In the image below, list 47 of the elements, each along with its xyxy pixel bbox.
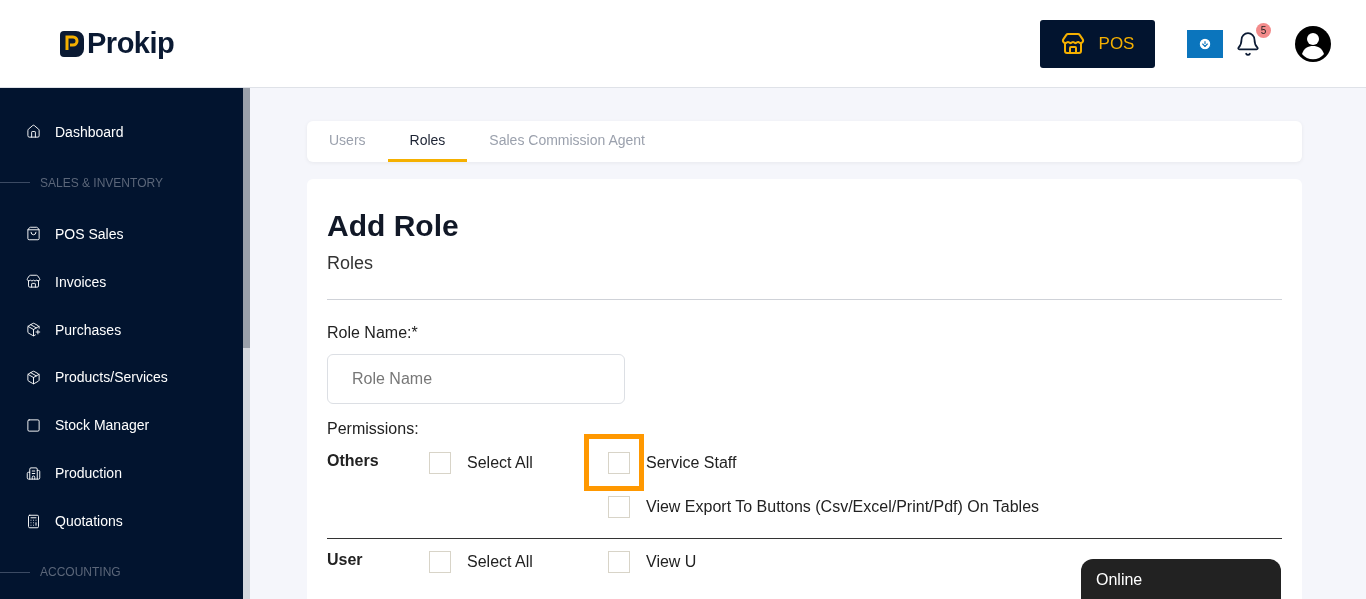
tab[interactable]: Roles [387, 121, 468, 162]
checkbox-label: Select All [467, 553, 533, 571]
home-icon [26, 124, 41, 140]
logo-text: Prokip [87, 27, 175, 60]
field-label: Role Name:* [327, 324, 419, 342]
sidebar-item[interactable]: POS Sales [0, 209, 243, 258]
logo-icon [60, 30, 84, 57]
sidebar-item[interactable]: Purchases [0, 305, 243, 354]
sidebar-item[interactable]: Dashboard [0, 108, 243, 156]
package-plus-icon [26, 322, 41, 338]
role-name-field[interactable]: Role Name [327, 354, 625, 404]
store-icon [1060, 31, 1085, 56]
sidebar-item[interactable]: Production [0, 449, 243, 498]
sidebar-item[interactable]: Products/Services [0, 353, 243, 402]
page-title: Add Role [327, 209, 460, 243]
download-button[interactable] [1187, 29, 1223, 58]
checkbox[interactable] [429, 551, 451, 573]
building-icon [26, 465, 41, 481]
sidebar-item[interactable]: Invoices [0, 257, 243, 306]
package-icon [26, 369, 41, 385]
checkbox-label: View Export To Buttons (Csv/Excel/Print/Pdf) On Tables [646, 498, 1040, 516]
download-icon [1198, 36, 1212, 51]
calculator-icon [26, 513, 41, 529]
section-heading: SALES & INVENTORY [40, 175, 163, 190]
group-name: User [327, 551, 364, 569]
square-icon [26, 417, 41, 433]
checkbox[interactable] [429, 452, 451, 474]
sidebar-item[interactable]: Stock Manager [0, 401, 243, 450]
permissions-label: Permissions: [327, 420, 420, 438]
checkbox-label: Select All [467, 454, 533, 472]
bell-icon[interactable] [1235, 30, 1261, 57]
avatar-icon[interactable] [1295, 25, 1331, 62]
checkbox-label: Service Staff [646, 454, 737, 472]
chat-widget[interactable]: Online [1081, 559, 1281, 599]
sidebar-item[interactable]: Quotations [0, 497, 243, 546]
store-icon [26, 274, 41, 290]
pos-button[interactable]: POS [1040, 19, 1155, 68]
group-name: Others [327, 452, 380, 470]
scrollbar[interactable] [243, 88, 250, 599]
checkbox[interactable] [608, 551, 630, 573]
bag-icon [26, 226, 41, 242]
section-heading: ACCOUNTING [40, 565, 121, 580]
checkbox[interactable] [608, 496, 630, 518]
page-subtitle: Roles [327, 253, 375, 274]
checkbox-label: View U [646, 553, 697, 571]
checkbox[interactable] [608, 452, 630, 474]
notification-badge: 5 [1256, 22, 1271, 38]
